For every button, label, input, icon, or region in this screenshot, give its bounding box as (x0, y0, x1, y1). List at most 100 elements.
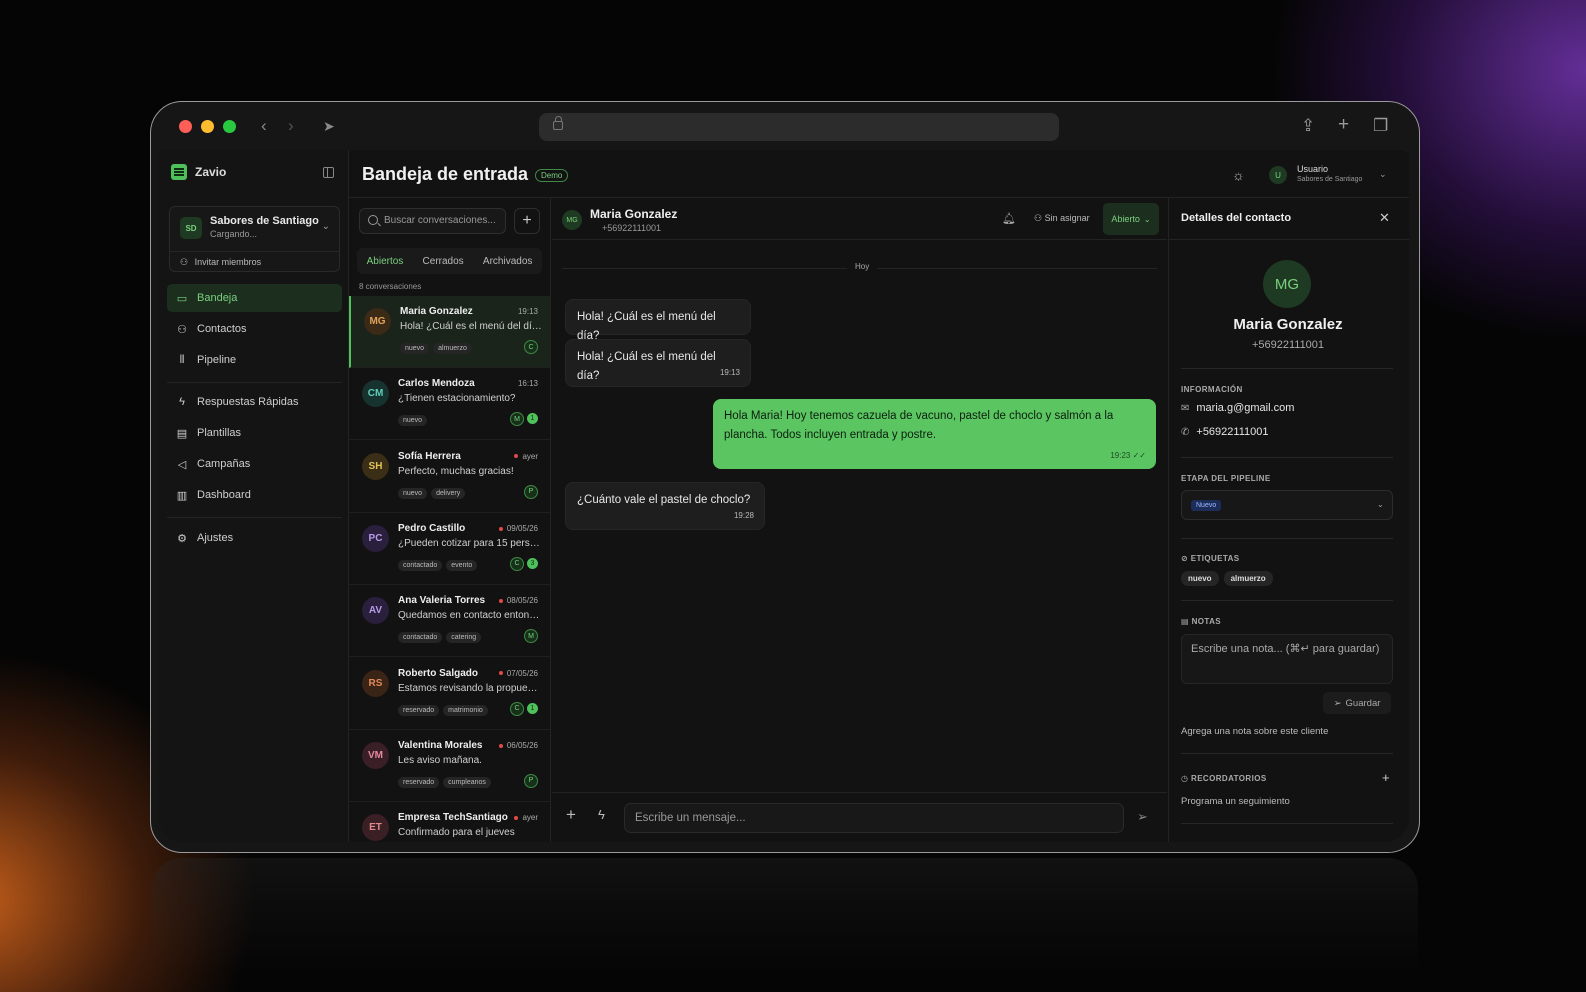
conversation-item[interactable]: PC Pedro Castillo 09/05/26 ¿Pueden cotizar … (349, 513, 550, 585)
conversation-name: Carlos Mendoza (398, 378, 475, 390)
conversation-avatar: MG (364, 308, 391, 335)
conversation-time: 07/05/26 (499, 669, 538, 678)
contact-email-row: ✉ maria.g@gmail.com (1181, 402, 1294, 414)
new-tab-icon[interactable]: + (1338, 114, 1349, 136)
back-arrow-icon[interactable]: ‹ (261, 116, 267, 136)
contact-email: maria.g@gmail.com (1196, 402, 1295, 414)
conversation-avatar: VM (362, 741, 389, 769)
invite-members-label: Invitar miembros (194, 257, 262, 267)
note-input[interactable] (1181, 634, 1393, 684)
pipeline-stage-chip: Nuevo (1191, 500, 1222, 511)
conversation-avatar: RS (362, 669, 389, 697)
conversation-name: Valentina Morales (398, 739, 483, 751)
message-text: Hola! ¿Cuál es el menú del día? (577, 311, 716, 342)
maximize-window-button[interactable] (223, 120, 236, 133)
sidebar: Zavio SD Sabores de Santiago Cargando...… (159, 150, 349, 842)
message-bubble-incoming: ¿Cuánto vale el pastel de choclo? 19:28 (565, 482, 765, 530)
conversation-item[interactable]: ET Empresa TechSantiago ayer Confirmado par… (349, 802, 550, 842)
add-reminder-plus-icon[interactable]: + (1382, 770, 1390, 785)
sidebar-item-label: Ajustes (197, 532, 234, 544)
sidebar-item-contactos[interactable]: ⚇ Contactos (167, 315, 342, 343)
user-menu[interactable]: U Usuario Sabores de Santiago ⌄ (1269, 162, 1389, 186)
conversation-preview: Estamos revisando la propuesta (398, 682, 540, 694)
tab-cerrados[interactable]: Cerrados (423, 256, 464, 267)
divider (1181, 823, 1393, 824)
sidebar-item-plantillas[interactable]: ▤ Plantillas (167, 419, 342, 447)
add-user-icon: ⚇ (180, 257, 189, 267)
message-time: 19:13 (719, 368, 740, 377)
invite-members-button[interactable]: ⚇ Invitar miembros (170, 251, 339, 273)
message-input[interactable] (624, 803, 1124, 833)
tag-chip: almuerzo (433, 343, 472, 354)
conversation-badges: P (524, 773, 538, 788)
conversation-item[interactable]: AV Ana Valeria Torres 08/05/26 Quedamos en … (349, 585, 550, 658)
conversation-badges: M (524, 629, 538, 644)
minimize-window-button[interactable] (201, 120, 214, 133)
tag-chip[interactable]: nuevo (1181, 571, 1219, 586)
tag-chip: contactado (398, 632, 443, 644)
sidebar-divider (167, 382, 342, 383)
sidebar-item-dashboard[interactable]: ▥ Dashboard (167, 481, 342, 509)
org-switcher[interactable]: SD Sabores de Santiago Cargando... ⌄ ⚇ I… (169, 206, 340, 272)
pipeline-stage-select[interactable]: Nuevo ⌄ (1181, 490, 1393, 520)
tab-archivados[interactable]: Archivados (483, 256, 532, 267)
search-input[interactable]: Buscar conversaciones... (359, 208, 506, 234)
app-shell: Zavio SD Sabores de Santiago Cargando...… (159, 150, 1409, 842)
send-icon[interactable]: ➢ (1137, 809, 1148, 825)
conversation-preview: Les aviso mañana. (398, 754, 482, 766)
conversation-tags: contactado catering (398, 632, 482, 644)
unread-count-badge: 3 (527, 557, 538, 569)
share-icon[interactable]: ⇪ (1301, 116, 1315, 136)
collapse-sidebar-icon[interactable] (323, 167, 334, 178)
tabs-overview-icon[interactable]: ❐ (1373, 116, 1388, 136)
conversation-name: Pedro Castillo (398, 522, 466, 534)
chat-panel: MG Maria Gonzalez +56922111001 🔔︎ ⚇ Sin … (552, 198, 1167, 842)
page-header: Bandeja de entrada Demo ☼ U Usuario Sabo… (349, 150, 1409, 198)
tab-abiertos[interactable]: Abiertos (367, 256, 404, 267)
details-title: Detalles del contacto (1181, 212, 1292, 224)
url-bar[interactable] (539, 113, 1059, 141)
day-label: Hoy (847, 262, 878, 271)
close-icon[interactable]: ✕ (1379, 210, 1390, 226)
theme-toggle-sun-icon[interactable]: ☼ (1232, 167, 1245, 183)
contact-name: Maria Gonzalez (1233, 316, 1343, 333)
contact-phone: +56922111001 (1251, 339, 1325, 351)
share-arrow-icon[interactable]: ➤ (323, 118, 335, 135)
conversation-preview: ¿Tienen estacionamiento? (398, 393, 516, 405)
sidebar-item-ajustes[interactable]: ⚙ Ajustes (167, 524, 342, 552)
status-dropdown[interactable]: Abierto ⌄ (1103, 203, 1159, 235)
sidebar-item-campanas[interactable]: ◁ Campañas (167, 450, 342, 478)
conversation-item[interactable]: CM Carlos Mendoza 16:13 ¿Tienen estacionami… (349, 368, 550, 441)
conversation-item[interactable]: VM Valentina Morales 06/05/26 Les aviso mañ… (349, 730, 550, 802)
tag-chip[interactable]: almuerzo (1223, 571, 1273, 586)
chat-contact-avatar: MG (562, 210, 582, 230)
agent-badge: M (510, 412, 524, 427)
tag-chip: reservado (398, 776, 440, 788)
save-note-button[interactable]: ➢ Guardar (1323, 692, 1391, 714)
forward-arrow-icon[interactable]: › (288, 116, 294, 136)
bell-icon[interactable]: 🔔︎ (1002, 212, 1016, 225)
close-window-button[interactable] (179, 120, 192, 133)
attach-plus-icon[interactable]: + (566, 805, 576, 825)
new-conversation-button[interactable]: + (514, 208, 540, 234)
tag-chip: reservado (398, 704, 440, 716)
sidebar-item-bandeja[interactable]: ▭ Bandeja (167, 284, 342, 312)
quick-reply-lightning-icon[interactable]: ϟ (598, 807, 605, 822)
browser-window: ‹ › ➤ ⇪ + ❐ Zavio SD Sabores de Santiago… (150, 101, 1420, 853)
sidebar-item-respuestas-rapidas[interactable]: ϟ Respuestas Rápidas (167, 388, 342, 416)
conversation-item[interactable]: RS Roberto Salgado 07/05/26 Estamos revisan… (349, 658, 550, 730)
conversation-item[interactable]: MG Maria Gonzalez 19:13 Hola! ¿Cuál es el m… (349, 296, 550, 368)
unread-count-badge: 1 (527, 413, 538, 425)
tag-chip: evento (446, 559, 478, 571)
day-separator: Hoy (562, 262, 1157, 271)
conversation-badges: C1 (510, 701, 538, 716)
message-bubble-outgoing: Hola Maria! Hoy tenemos cazuela de vacun… (713, 399, 1156, 469)
sidebar-item-pipeline[interactable]: ⫴ Pipeline (167, 346, 342, 374)
notes-hint: Agrega una nota sobre este cliente (1181, 726, 1329, 737)
assign-button[interactable]: ⚇ Sin asignar (1034, 213, 1090, 224)
details-header: Detalles del contacto ✕ (1169, 198, 1409, 240)
agent-badge: C (524, 340, 538, 354)
conversation-item[interactable]: SH Sofía Herrera ayer Perfecto, muchas grac… (349, 441, 550, 513)
chat-logo-icon (171, 164, 187, 180)
app-logo[interactable]: Zavio (171, 164, 226, 180)
